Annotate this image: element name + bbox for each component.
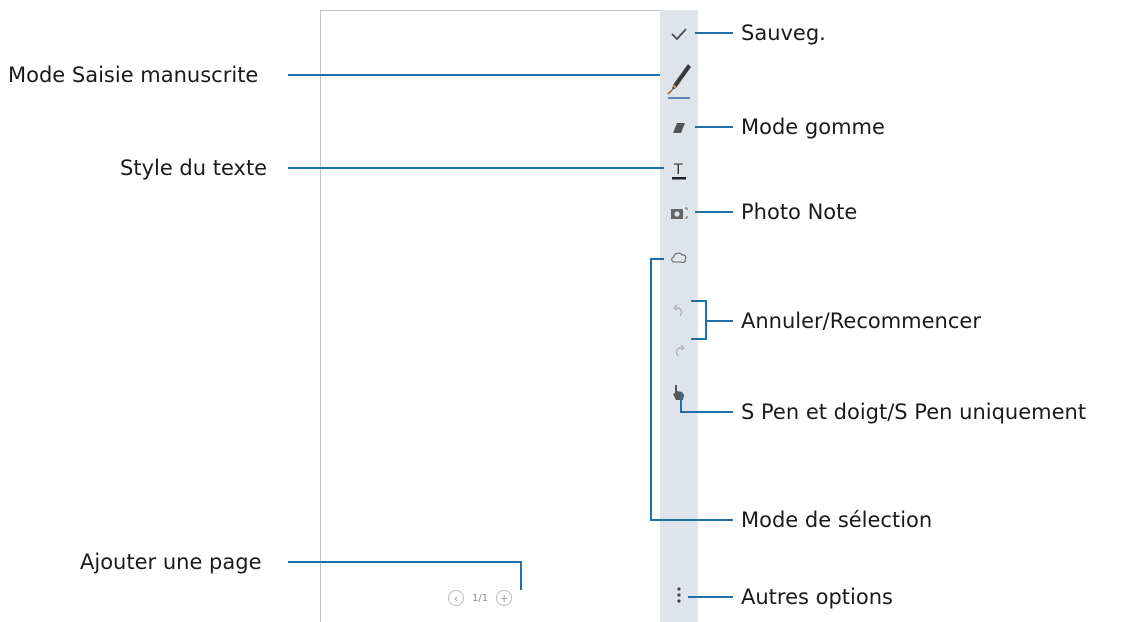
callout-add-page: Ajouter une page (80, 550, 262, 574)
callout-more-options: Autres options (741, 585, 893, 609)
callout-lines (288, 32, 733, 598)
callout-selection-mode: Mode de sélection (741, 508, 933, 532)
callout-handwriting-mode: Mode Saisie manuscrite (8, 63, 259, 87)
callout-text-style: Style du texte (120, 156, 268, 180)
callout-undo-redo: Annuler/Recommencer (741, 309, 981, 333)
callout-eraser-mode: Mode gomme (741, 115, 885, 139)
callout-photo-note: Photo Note (741, 200, 858, 224)
callout-save: Sauveg. (741, 21, 826, 45)
callout-pen-finger: S Pen et doigt/S Pen uniquement (741, 400, 1087, 424)
